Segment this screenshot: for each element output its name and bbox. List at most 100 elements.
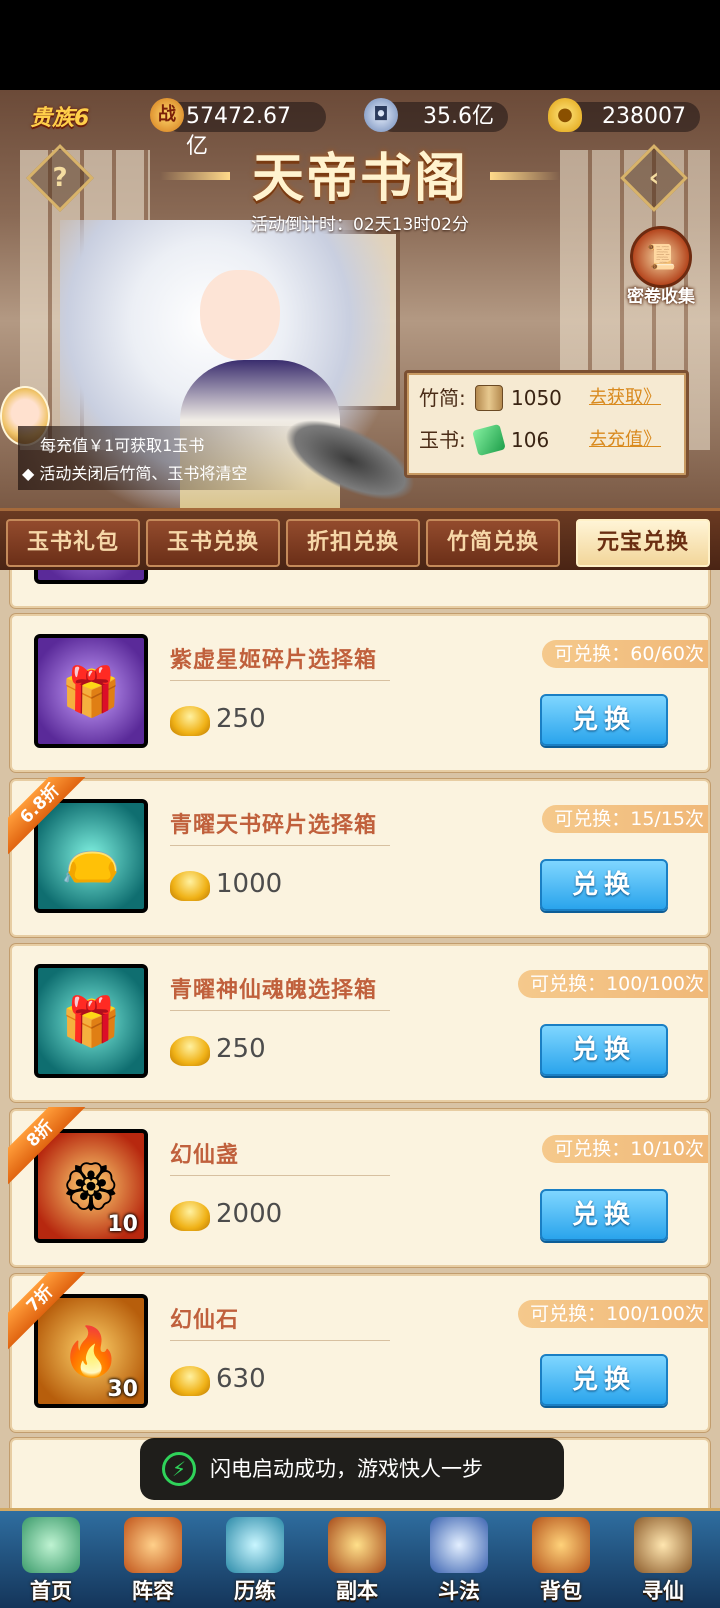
nav-label: 副本 xyxy=(336,1579,378,1603)
nav-label: 寻仙 xyxy=(642,1579,684,1603)
nav-lineup[interactable]: 阵容 xyxy=(102,1511,204,1608)
power-display: 战 57472.67亿 xyxy=(150,98,326,159)
exchange-limit: 可兑换：10/10次 xyxy=(542,1135,708,1163)
exchange-button[interactable]: 兑换 xyxy=(540,1189,668,1241)
tab-discount-exchange[interactable]: 折扣兑换 xyxy=(286,519,420,567)
tip-clear: ◆ 活动关闭后竹简、玉书将清空 xyxy=(22,464,248,483)
item-name: 青曜神仙魂魄选择箱 xyxy=(170,978,378,1003)
exchange-list[interactable]: 🎁 紫虚星姬碎片选择箱 250 可兑换：60/60次 兑换 👝 6.8折 青曜天… xyxy=(0,570,720,1508)
get-bamboo-link[interactable]: 去获取》 xyxy=(589,383,661,413)
discount-ribbon: 7折 xyxy=(8,1272,88,1352)
list-item: 👝 6.8折 青曜天书碎片选择箱 1000 可兑换：15/15次 兑换 xyxy=(8,777,710,937)
gold-ingot-icon xyxy=(170,1201,210,1231)
exchange-limit: 可兑换：15/15次 xyxy=(542,805,708,833)
nav-label: 阵容 xyxy=(132,1579,174,1603)
event-tips: 每充值￥1可获取1玉书 ◆ 活动关闭后竹简、玉书将清空 xyxy=(18,426,308,490)
scroll-collect-button[interactable]: 📜 密卷收集 xyxy=(616,226,706,310)
toast-notification: ⚡ 闪电启动成功，游戏快人一步 xyxy=(140,1438,564,1500)
discount-ribbon: 8折 xyxy=(8,1107,88,1187)
discount-label: 8折 xyxy=(8,1107,88,1186)
exchange-limit: 可兑换：60/60次 xyxy=(542,640,708,668)
item-price: 250 xyxy=(216,1034,266,1064)
item-price: 2000 xyxy=(216,1199,283,1229)
bamboo-row: 竹简: 1050 去获取》 xyxy=(419,383,679,413)
divider xyxy=(170,1010,390,1011)
exchange-tabs: 玉书礼包 玉书兑换 折扣兑换 竹简兑换 元宝兑换 xyxy=(0,508,720,570)
exchange-button[interactable]: 兑换 xyxy=(540,694,668,746)
chest-icon: 🎁 xyxy=(61,663,121,720)
jade-book-icon xyxy=(472,423,506,457)
tab-jade-exchange[interactable]: 玉书兑换 xyxy=(146,519,280,567)
tab-ingot-exchange[interactable]: 元宝兑换 xyxy=(576,519,710,567)
tip-recharge: 每充值￥1可获取1玉书 xyxy=(40,436,205,455)
nav-label: 首页 xyxy=(30,1579,72,1603)
bag-icon xyxy=(532,1517,590,1573)
item-price: 630 xyxy=(216,1364,266,1394)
jade-value: 106 xyxy=(511,428,550,452)
divider xyxy=(170,845,390,846)
nav-training[interactable]: 历练 xyxy=(204,1511,306,1608)
scroll-icon: 📜 xyxy=(630,226,692,288)
bamboo-value: 1050 xyxy=(511,386,562,410)
nav-seek-immortal[interactable]: 寻仙 xyxy=(612,1511,714,1608)
title-right-ornament xyxy=(490,172,560,180)
jade-row: 玉书: 106 去充值》 xyxy=(419,423,679,457)
tab-jade-gift[interactable]: 玉书礼包 xyxy=(6,519,140,567)
list-item-partial xyxy=(10,570,710,608)
help-icon: ? xyxy=(52,163,68,193)
gold-ingot-icon: ● xyxy=(548,98,582,132)
dungeon-icon xyxy=(328,1517,386,1573)
exchange-limit: 可兑换：100/100次 xyxy=(518,1300,708,1328)
nav-dungeon[interactable]: 副本 xyxy=(306,1511,408,1608)
home-icon xyxy=(22,1517,80,1573)
item-icon-frame xyxy=(34,570,148,584)
item-name: 幻仙盏 xyxy=(170,1143,240,1168)
scroll-collect-label: 密卷收集 xyxy=(627,287,695,307)
exchange-button[interactable]: 兑换 xyxy=(540,859,668,911)
divider xyxy=(170,1340,390,1341)
back-arrow-icon: ‹ xyxy=(648,163,660,193)
item-name: 紫虚星姬碎片选择箱 xyxy=(170,648,378,673)
toast-text: 闪电启动成功，游戏快人一步 xyxy=(210,1457,483,1481)
nav-label: 斗法 xyxy=(438,1579,480,1603)
exchange-button[interactable]: 兑换 xyxy=(540,1024,668,1076)
event-countdown: 活动倒计时：02天13时02分 xyxy=(251,215,469,235)
chest-icon: 🎁 xyxy=(61,993,121,1050)
power-icon: 战 xyxy=(150,98,184,132)
item-quantity: 30 xyxy=(107,1377,138,1402)
item-price: 250 xyxy=(216,704,266,734)
noble-rank[interactable]: 贵族6 xyxy=(30,100,89,132)
divider xyxy=(170,1175,390,1176)
ingot-display: ● 238007 xyxy=(548,98,700,132)
copper-display: ◘ 35.6亿 xyxy=(364,98,508,132)
gold-ingot-icon xyxy=(170,871,210,901)
battle-icon xyxy=(430,1517,488,1573)
discount-label: 7折 xyxy=(8,1272,88,1351)
list-item: 🎁 青曜神仙魂魄选择箱 250 可兑换：100/100次 兑换 xyxy=(10,944,710,1102)
nav-label: 背包 xyxy=(540,1579,582,1603)
recharge-link[interactable]: 去充值》 xyxy=(589,425,661,455)
bamboo-slip-icon xyxy=(475,385,503,411)
item-name: 青曜天书碎片选择箱 xyxy=(170,813,378,838)
status-bar xyxy=(0,0,720,90)
nav-battle[interactable]: 斗法 xyxy=(408,1511,510,1608)
exchange-button[interactable]: 兑换 xyxy=(540,1354,668,1406)
lineup-icon xyxy=(124,1517,182,1573)
bamboo-label: 竹简: xyxy=(419,386,466,410)
item-name: 幻仙石 xyxy=(170,1308,240,1333)
list-item: 🔥 30 7折 幻仙石 630 可兑换：100/100次 兑换 xyxy=(8,1272,710,1432)
gold-ingot-icon xyxy=(170,1366,210,1396)
tab-bamboo-exchange[interactable]: 竹简兑换 xyxy=(426,519,560,567)
item-price: 1000 xyxy=(216,869,283,899)
nav-home[interactable]: 首页 xyxy=(0,1511,102,1608)
discount-ribbon: 6.8折 xyxy=(8,777,88,857)
item-icon-frame[interactable]: 🎁 xyxy=(34,634,148,748)
list-item: 🎁 紫虚星姬碎片选择箱 250 可兑换：60/60次 兑换 xyxy=(10,614,710,772)
discount-label: 6.8折 xyxy=(8,777,88,856)
copper-coin-icon: ◘ xyxy=(364,98,398,132)
nav-bag[interactable]: 背包 xyxy=(510,1511,612,1608)
resource-panel: 竹简: 1050 去获取》 玉书: 106 去充值》 xyxy=(404,370,689,478)
hero-face xyxy=(200,270,280,360)
seek-immortal-icon xyxy=(634,1517,692,1573)
item-icon-frame[interactable]: 🎁 xyxy=(34,964,148,1078)
